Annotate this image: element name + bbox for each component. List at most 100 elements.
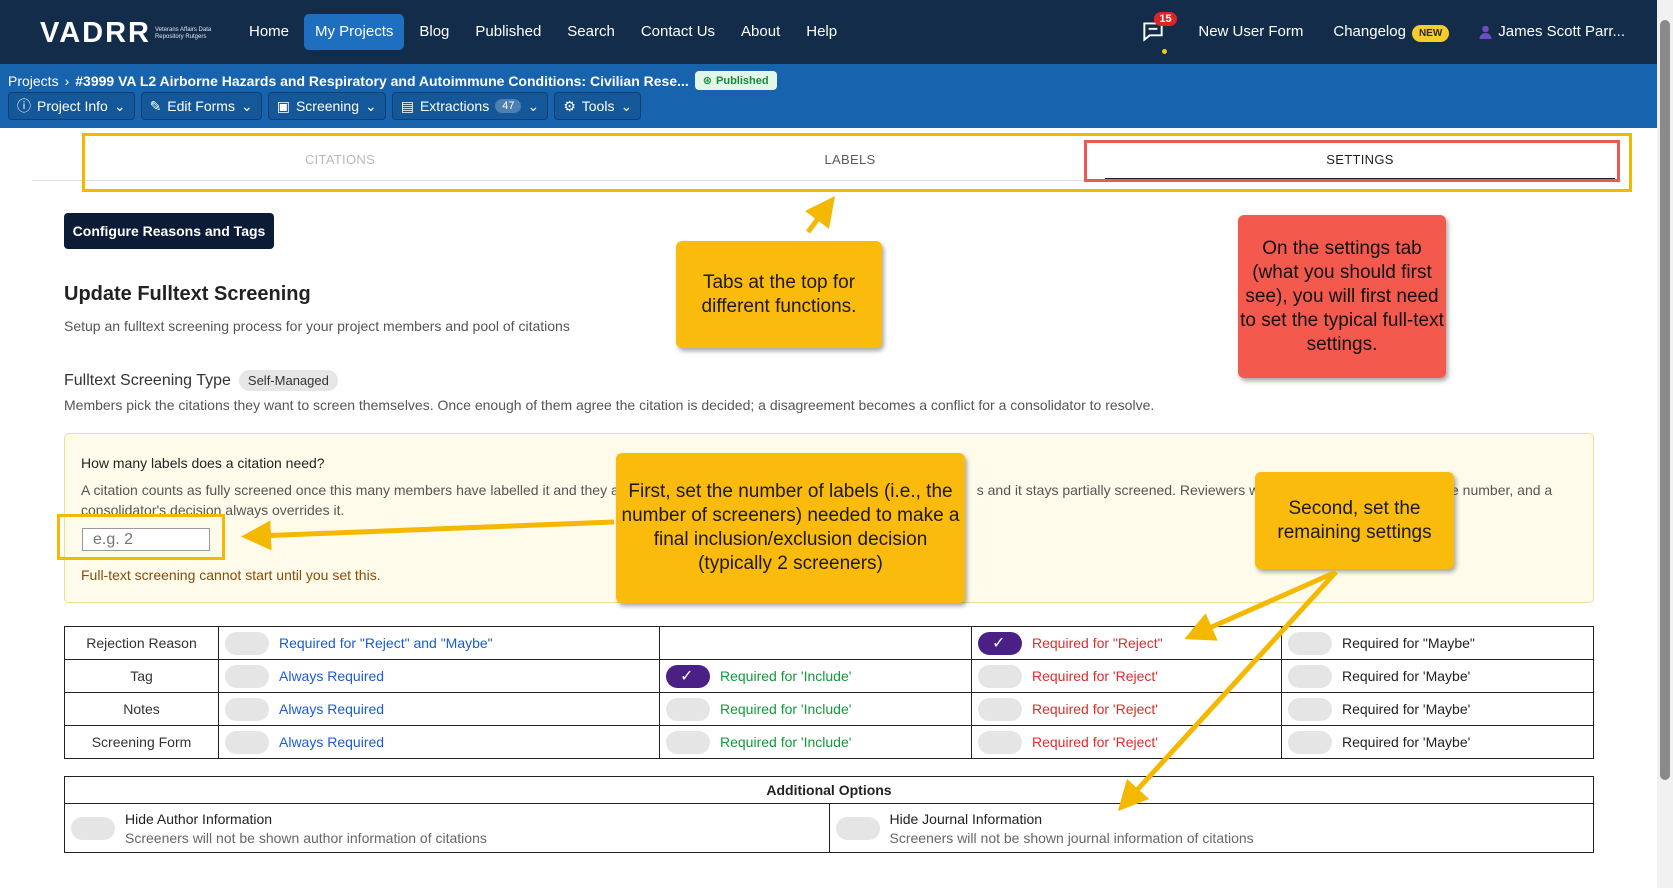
row-header: Tag bbox=[64, 659, 219, 693]
table-cell: Required for "Reject" bbox=[971, 626, 1282, 660]
nav-home[interactable]: Home bbox=[238, 14, 300, 50]
toggle-label: Required for 'Include' bbox=[720, 734, 852, 750]
toggle-switch[interactable] bbox=[225, 697, 269, 721]
additional-options-header: Additional Options bbox=[65, 777, 1593, 804]
edit-forms-label: Edit Forms bbox=[167, 98, 235, 114]
row-header: Screening Form bbox=[64, 725, 219, 759]
screening-dropdown[interactable]: ▣ Screening ⌄ bbox=[267, 92, 386, 120]
nav-contact-us[interactable]: Contact Us bbox=[630, 14, 726, 50]
logo[interactable]: VADRR Veterans Affairs Data Repository R… bbox=[40, 17, 215, 50]
toggle-label: Required for 'Reject' bbox=[1032, 734, 1158, 750]
screening-type-description: Members pick the citations they want to … bbox=[64, 397, 1155, 413]
hide-author-desc: Screeners will not be shown author infor… bbox=[125, 829, 487, 846]
toggle-label: Required for 'Include' bbox=[720, 701, 852, 717]
toggle-switch[interactable] bbox=[1288, 697, 1332, 721]
toggle-label: Required for 'Maybe' bbox=[1342, 668, 1471, 684]
labels-desc-part1: A citation counts as fully screened once… bbox=[81, 482, 619, 498]
toggle-switch[interactable] bbox=[225, 631, 269, 655]
table-cell: Required for 'Maybe' bbox=[1281, 659, 1594, 693]
callout-settings: On the settings tab (what you should fir… bbox=[1238, 215, 1446, 378]
clipboard-icon: ▣ bbox=[276, 97, 290, 114]
user-menu[interactable]: James Scott Parr... bbox=[1479, 14, 1625, 50]
toggle-switch-on[interactable] bbox=[666, 664, 710, 688]
labels-needed-question: How many labels does a citation need? bbox=[81, 455, 325, 471]
table-cell: Required for 'Include' bbox=[659, 725, 972, 759]
nav-my-projects[interactable]: My Projects bbox=[304, 14, 405, 50]
toggle-label: Always Required bbox=[279, 734, 385, 750]
table-cell: Required for 'Reject' bbox=[971, 659, 1282, 693]
callout-labels: First, set the number of labels (i.e., t… bbox=[616, 453, 965, 603]
callout-second: Second, set the remaining settings bbox=[1255, 472, 1454, 569]
published-badge: ⊛ Published bbox=[694, 71, 777, 90]
nav-changelog[interactable]: Changelog NEW bbox=[1333, 14, 1450, 50]
extractions-label: Extractions bbox=[419, 98, 490, 114]
toggle-switch[interactable] bbox=[1288, 664, 1332, 688]
chat-status-dot bbox=[1162, 49, 1168, 54]
hide-author-toggle[interactable] bbox=[71, 816, 115, 840]
toggle-switch-on[interactable] bbox=[978, 631, 1022, 655]
breadcrumb: Projects › #3999 VA L2 Airborne Hazards … bbox=[8, 71, 777, 90]
logo-text: VADRR bbox=[40, 17, 151, 49]
table-cell: Required for 'Reject' bbox=[971, 692, 1282, 726]
chat-button[interactable]: 15 bbox=[1140, 12, 1177, 54]
toggle-switch[interactable] bbox=[978, 697, 1022, 721]
nav-about[interactable]: About bbox=[730, 14, 791, 50]
extractions-count-badge: 47 bbox=[495, 99, 522, 113]
toggle-switch[interactable] bbox=[225, 664, 269, 688]
table-row: Rejection Reason Required for "Reject" a… bbox=[64, 626, 1594, 660]
table-cell: Required for 'Reject' bbox=[971, 725, 1282, 759]
additional-options-row: Hide Author Information Screeners will n… bbox=[65, 804, 1593, 852]
nav-search[interactable]: Search bbox=[556, 14, 626, 50]
table-cell-empty bbox=[659, 626, 972, 660]
top-navbar: VADRR Veterans Affairs Data Repository R… bbox=[0, 0, 1673, 64]
toggle-switch[interactable] bbox=[666, 730, 710, 754]
changelog-label: Changelog bbox=[1333, 23, 1406, 40]
nav-right: 15 New User Form Changelog NEW James Scot… bbox=[1140, 12, 1625, 54]
toggle-switch[interactable] bbox=[978, 730, 1022, 754]
project-info-label: Project Info bbox=[37, 98, 108, 114]
gear-icon: ⚙ bbox=[563, 97, 576, 114]
nav-published[interactable]: Published bbox=[464, 14, 552, 50]
table-cell: Always Required bbox=[218, 659, 660, 693]
scrollbar-track[interactable] bbox=[1657, 0, 1673, 888]
toggle-label: Required for 'Reject' bbox=[1032, 668, 1158, 684]
hide-journal-title: Hide Journal Information bbox=[889, 810, 1043, 827]
toggle-label: Required for 'Maybe' bbox=[1342, 734, 1471, 750]
table-cell: Required for "Maybe" bbox=[1281, 626, 1594, 660]
toggle-switch[interactable] bbox=[225, 730, 269, 754]
project-info-dropdown[interactable]: ⓘ Project Info ⌄ bbox=[8, 92, 135, 120]
section-subtitle: Setup an fulltext screening process for … bbox=[64, 318, 570, 334]
info-icon: ⓘ bbox=[17, 98, 31, 114]
hide-journal-toggle[interactable] bbox=[835, 816, 880, 840]
edit-forms-dropdown[interactable]: ✎ Edit Forms ⌄ bbox=[140, 92, 262, 120]
chevron-down-icon: ⌄ bbox=[527, 97, 540, 114]
extractions-dropdown[interactable]: ▤ Extractions 47 ⌄ bbox=[391, 92, 549, 120]
nav-blog[interactable]: Blog bbox=[408, 14, 460, 50]
hide-author-text: Hide Author Information Screeners will n… bbox=[125, 811, 487, 846]
project-title: #3999 VA L2 Airborne Hazards and Respira… bbox=[75, 72, 689, 89]
toggle-label: Required for 'Include' bbox=[720, 668, 852, 684]
tools-dropdown[interactable]: ⚙ Tools ⌄ bbox=[554, 92, 642, 120]
toggle-switch[interactable] bbox=[978, 664, 1022, 688]
breadcrumb-projects[interactable]: Projects bbox=[8, 73, 59, 89]
published-label: Published bbox=[716, 74, 769, 87]
toggle-label: Always Required bbox=[279, 701, 385, 717]
table-cell: Required for 'Include' bbox=[659, 692, 972, 726]
toggle-switch[interactable] bbox=[1288, 631, 1332, 655]
hide-journal-option: Hide Journal Information Screeners will … bbox=[828, 804, 1594, 852]
toggle-switch[interactable] bbox=[1288, 730, 1332, 754]
arrow-to-tabs bbox=[805, 196, 835, 234]
toggle-label: Required for "Maybe" bbox=[1342, 635, 1475, 651]
scrollbar-thumb[interactable] bbox=[1660, 20, 1670, 780]
configure-reasons-tags-button[interactable]: Configure Reasons and Tags bbox=[64, 213, 274, 249]
table-cell: Always Required bbox=[218, 725, 660, 759]
nav-new-user-form[interactable]: New User Form bbox=[1198, 14, 1303, 50]
new-badge: NEW bbox=[1411, 25, 1450, 42]
row-header: Rejection Reason bbox=[64, 626, 219, 660]
nav-help[interactable]: Help bbox=[795, 14, 848, 50]
toggle-label: Required for 'Maybe' bbox=[1342, 701, 1471, 717]
callout-tabs: Tabs at the top for different functions. bbox=[676, 241, 882, 348]
main-nav: Home My Projects Blog Published Search C… bbox=[238, 14, 848, 50]
toggle-switch[interactable] bbox=[666, 697, 710, 721]
screening-label: Screening bbox=[295, 98, 359, 114]
